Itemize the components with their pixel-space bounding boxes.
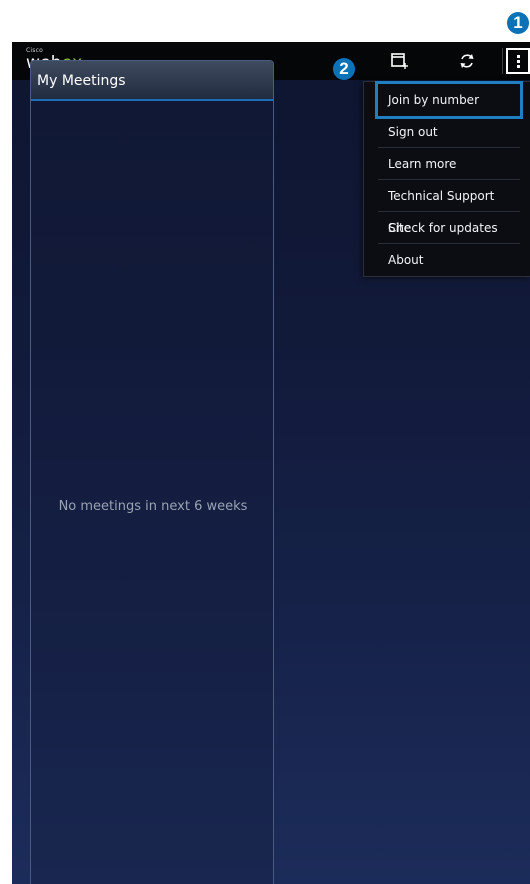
menu-item-technical-support-site[interactable]: Technical Support Site <box>378 180 520 235</box>
menu-item-sign-out[interactable]: Sign out <box>378 116 520 148</box>
empty-meetings-message: No meetings in next 6 weeks <box>58 499 248 514</box>
menu-item-check-for-updates[interactable]: Check for updates <box>378 212 520 244</box>
menu-item-about[interactable]: About <box>378 244 520 276</box>
callout-badge-2: 2 <box>333 58 355 80</box>
callout-badge-1: 1 <box>507 12 529 34</box>
calendar-add-icon[interactable] <box>388 50 410 72</box>
overflow-dot <box>516 54 520 58</box>
panel-title: My Meetings <box>37 73 126 89</box>
overflow-menu: Join by number Sign out Learn more Techn… <box>364 81 530 276</box>
menu-item-join-by-number[interactable]: Join by number <box>375 81 523 119</box>
my-meetings-panel: My Meetings No meetings in next 6 weeks <box>30 60 274 884</box>
overflow-menu-icon[interactable] <box>506 48 530 74</box>
panel-header: My Meetings <box>31 61 273 101</box>
refresh-icon[interactable] <box>456 50 478 72</box>
app-screen: Cisco webex <box>12 42 530 884</box>
overflow-dot <box>516 64 520 68</box>
toolbar-divider <box>502 48 503 74</box>
menu-item-learn-more[interactable]: Learn more <box>378 148 520 180</box>
overflow-dot <box>516 59 520 63</box>
